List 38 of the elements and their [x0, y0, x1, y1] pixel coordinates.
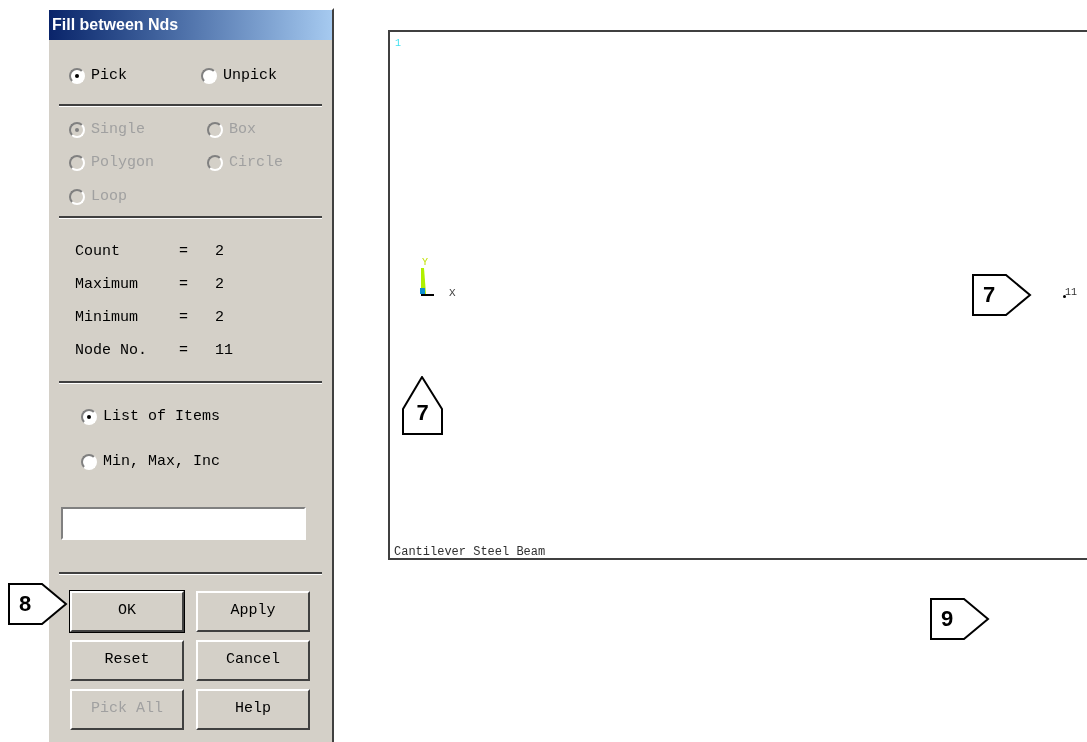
dialog-button[interactable]: Apply	[196, 591, 310, 632]
radio-button[interactable]	[81, 409, 97, 426]
radio-label: List of Items	[103, 407, 221, 427]
dialog-button[interactable]: Reset	[70, 640, 184, 681]
stat-label: Node No.	[75, 341, 148, 361]
window-title: Fill between Nds	[49, 10, 332, 40]
stat-value: 11	[215, 341, 233, 361]
stat-value: 2	[215, 242, 224, 262]
window-number: 1	[395, 37, 401, 51]
radio-label: Min, Max, Inc	[103, 451, 221, 472]
radio-label: Unpick	[223, 66, 278, 86]
stat-label: Minimum	[75, 308, 139, 328]
dialog-button[interactable]: Cancel	[196, 640, 310, 681]
node-label: 11	[1065, 286, 1077, 300]
equals-sign: =	[179, 308, 189, 328]
equals-sign: =	[179, 242, 189, 262]
equals-sign: =	[179, 341, 189, 361]
callout-arrow: 8	[8, 583, 68, 625]
node-point-icon	[1063, 295, 1066, 298]
callout-arrow: 9	[930, 598, 990, 640]
radio-label: Pick	[91, 66, 127, 86]
axis-label: X	[449, 286, 456, 301]
plot-title: Cantilever Steel Beam	[394, 544, 546, 561]
input-field[interactable]	[61, 507, 306, 540]
axis-triad-icon	[420, 267, 434, 297]
stat-label: Count	[75, 242, 121, 262]
dialog-button[interactable]: Help	[196, 689, 310, 730]
axis-label: Y	[422, 256, 428, 270]
callout-arrow: 7	[972, 274, 1032, 316]
radio-button[interactable]	[81, 453, 97, 470]
radio-button[interactable]	[201, 68, 217, 85]
dialog-button[interactable]: OK	[70, 591, 184, 632]
stat-value: 2	[215, 308, 224, 328]
callout-arrow: 7	[402, 376, 443, 435]
stat-label: Maximum	[75, 275, 139, 295]
radio-button[interactable]	[69, 68, 85, 85]
equals-sign: =	[179, 275, 189, 295]
stat-value: 2	[215, 275, 224, 295]
